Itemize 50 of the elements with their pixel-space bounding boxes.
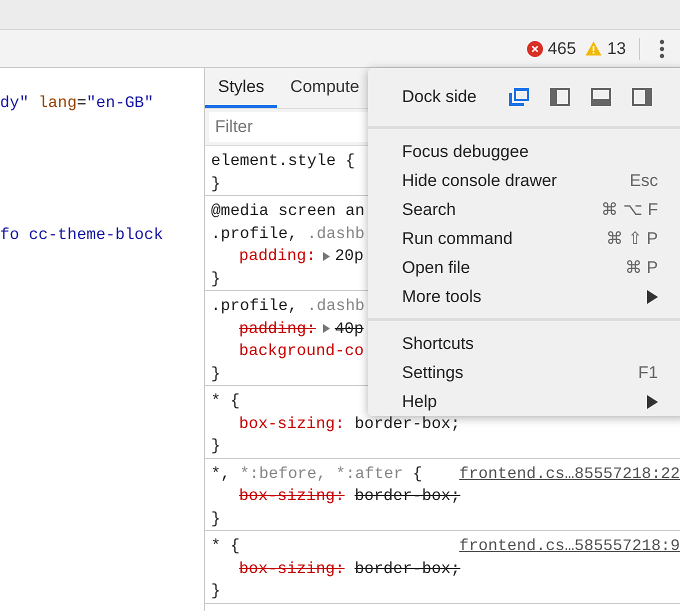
css-selector: @media screen an bbox=[211, 201, 365, 222]
css-value: border-box; bbox=[354, 558, 460, 580]
menu-item[interactable]: Focus debuggee bbox=[368, 137, 680, 166]
code-line: fo cc-theme-block bbox=[0, 225, 164, 246]
css-selector: * { bbox=[211, 391, 240, 412]
closing-brace: } bbox=[211, 174, 221, 194]
error-count: 465 bbox=[548, 38, 576, 58]
css-value: 20p bbox=[334, 246, 364, 267]
css-property: padding: bbox=[239, 246, 316, 267]
menu-item[interactable]: Hide console drawer Esc bbox=[368, 166, 680, 195]
css-property: box-sizing: bbox=[239, 558, 345, 580]
expand-triangle-icon[interactable] bbox=[322, 324, 330, 334]
dock-bottom-icon[interactable] bbox=[590, 87, 612, 107]
closing-brace: } bbox=[211, 508, 221, 530]
menu-label: Dock side bbox=[402, 87, 477, 107]
css-selector: * { bbox=[211, 536, 240, 557]
css-value: border-box; bbox=[354, 486, 460, 507]
separate-window-icon[interactable] bbox=[508, 87, 530, 107]
menu-item[interactable]: Open file ⌘ P bbox=[368, 253, 680, 282]
css-property: padding: bbox=[239, 318, 316, 340]
closing-brace: } bbox=[211, 364, 221, 384]
source-link[interactable]: frontend.cs…85557218:22 bbox=[459, 462, 680, 485]
css-value: border-box; bbox=[354, 414, 460, 434]
warning-icon bbox=[585, 41, 602, 56]
expand-triangle-icon[interactable] bbox=[322, 252, 330, 261]
dock-right-icon[interactable] bbox=[630, 87, 653, 107]
css-selector: *, *:before, *:after { bbox=[211, 464, 422, 484]
code-line: dy" lang="en-GB" bbox=[0, 93, 155, 114]
menu-icon[interactable] bbox=[659, 38, 665, 58]
source-link[interactable]: frontend.cs…585557218:9 bbox=[459, 535, 680, 558]
css-selector: .profile, .dashb bbox=[211, 296, 365, 317]
menu-item[interactable]: More tools bbox=[368, 282, 680, 311]
menu-item[interactable]: Help bbox=[368, 387, 680, 416]
error-icon bbox=[526, 40, 543, 56]
dock-left-icon[interactable] bbox=[548, 87, 571, 107]
closing-brace: } bbox=[211, 581, 221, 602]
closing-brace: } bbox=[211, 268, 221, 290]
css-selector: element.style { bbox=[211, 151, 356, 172]
css-value: 40p bbox=[334, 318, 364, 340]
closing-brace: } bbox=[211, 436, 221, 457]
menu-item[interactable]: Settings F1 bbox=[368, 358, 680, 387]
menu-item[interactable]: Search ⌘ ⌥ F bbox=[368, 195, 680, 224]
warning-count: 13 bbox=[607, 38, 626, 58]
menu-item[interactable]: Shortcuts bbox=[368, 329, 680, 358]
tab[interactable]: Compute bbox=[277, 68, 372, 108]
css-property: background-co bbox=[239, 341, 364, 362]
menu-item[interactable]: Run command ⌘ ⇧ P bbox=[368, 224, 680, 253]
css-property: box-sizing: bbox=[239, 414, 345, 434]
css-property: box-sizing: bbox=[239, 486, 345, 507]
css-selector: .profile, .dashb bbox=[211, 224, 365, 244]
